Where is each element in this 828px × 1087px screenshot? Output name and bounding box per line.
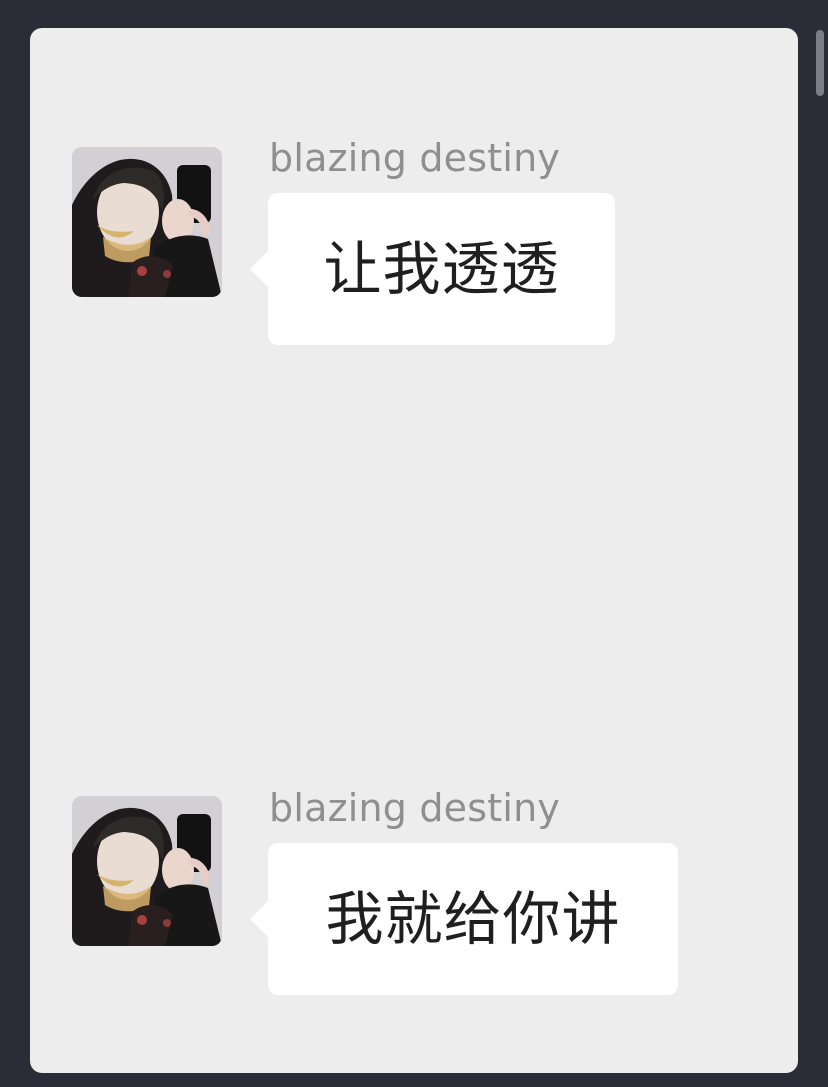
message-bubble[interactable]: 让我透透	[250, 193, 615, 345]
message-text: 让我透透	[323, 235, 560, 303]
avatar[interactable]	[72, 147, 222, 297]
sender-name: blazing destiny	[269, 786, 561, 830]
message-bubble[interactable]: 我就给你讲	[250, 843, 678, 995]
scrollbar[interactable]	[816, 30, 824, 96]
user-avatar-icon	[72, 796, 222, 946]
sender-name: blazing destiny	[269, 136, 561, 180]
user-avatar-icon	[72, 147, 222, 297]
avatar[interactable]	[72, 796, 222, 946]
message-text: 我就给你讲	[325, 885, 621, 953]
chat-panel: blazing destiny 让我透透 blazing destiny 我就给…	[30, 28, 798, 1073]
